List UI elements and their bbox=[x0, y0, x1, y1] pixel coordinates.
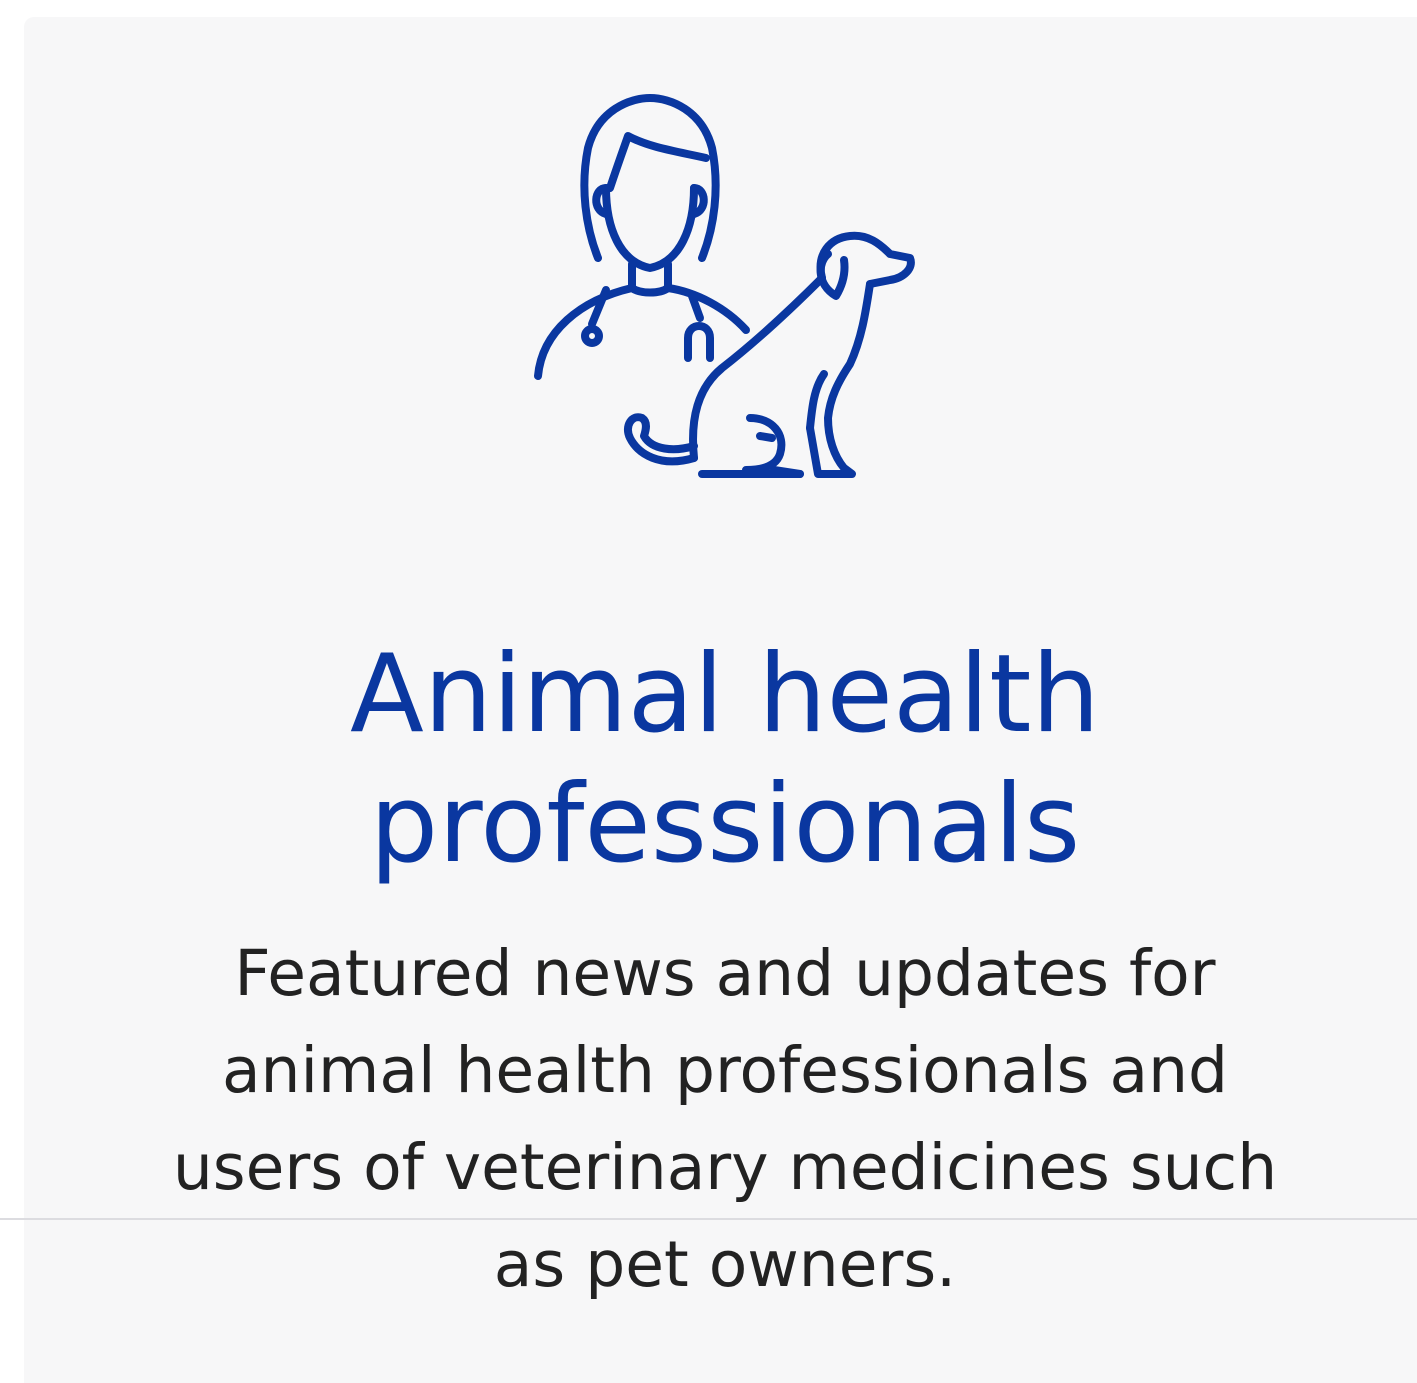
card-description-line-2: animal health professionals and bbox=[221, 1034, 1229, 1107]
card-title-line-2[interactable]: professionals bbox=[370, 762, 1081, 887]
card-title-line-1[interactable]: Animal health bbox=[350, 632, 1100, 757]
section-divider bbox=[0, 1218, 1417, 1220]
card-description-line-1: Featured news and updates for bbox=[234, 937, 1216, 1010]
card-description-line-3: users of veterinary medicines such bbox=[172, 1131, 1278, 1204]
card-title[interactable]: Animal health professionals bbox=[24, 630, 1417, 890]
card-description-line-4: as pet owners. bbox=[493, 1228, 957, 1301]
veterinarian-with-dog-icon bbox=[510, 78, 930, 498]
card-description: Featured news and updates for animal hea… bbox=[24, 925, 1417, 1313]
